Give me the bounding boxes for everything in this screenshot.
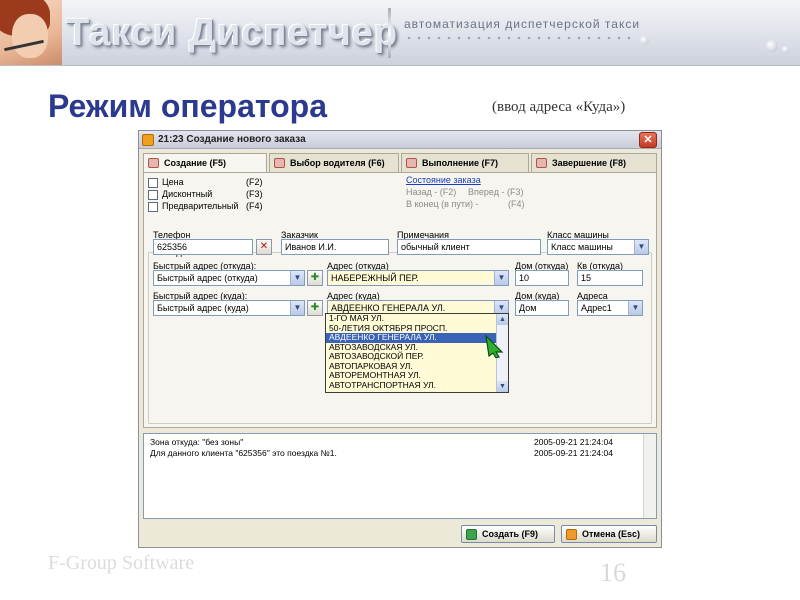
option-price[interactable]: Цена (F2) — [148, 177, 276, 189]
option-label: Цена — [162, 177, 184, 187]
street-dropdown-list[interactable]: 1-ГО МАЯ УЛ. 50-ЛЕТИЯ ОКТЯБРЯ ПРОСП. АВД… — [325, 313, 509, 393]
bubble-icon — [766, 40, 778, 52]
chevron-down-icon[interactable]: ▼ — [290, 301, 304, 315]
discount-checkbox[interactable] — [148, 190, 158, 200]
form-icon — [148, 158, 159, 168]
log-time: 2005-09-21 21:24:04 — [534, 437, 613, 447]
log-scrollbar[interactable] — [643, 434, 656, 518]
option-label: Дисконтный — [162, 189, 213, 199]
option-discount[interactable]: Дисконтный (F3) — [148, 189, 276, 201]
log-time: 2005-09-21 21:24:04 — [534, 448, 613, 458]
order-state-link[interactable]: Состояние заказа — [406, 175, 481, 185]
clear-phone-button[interactable]: ✕ — [256, 239, 272, 255]
addresses-value: Адрес1 — [581, 303, 612, 313]
form-icon — [406, 158, 417, 168]
addr-to-value: АВДЕЕНКО ГЕНЕРАЛА УЛ. — [331, 303, 446, 313]
create-label: Создать (F9) — [482, 529, 539, 539]
tab-completion[interactable]: Завершение (F8) — [531, 153, 657, 173]
option-hotkey: (F4) — [246, 201, 263, 211]
header-banner: Такси Диспетчер автоматизация диспетчерс… — [0, 0, 800, 66]
option-hotkey: (F3) — [246, 189, 263, 199]
price-checkbox[interactable] — [148, 178, 158, 188]
tab-label: Выбор водителя (F6) — [290, 158, 385, 168]
app-icon — [142, 134, 154, 146]
window-title: 21:23 Создание нового заказа — [158, 134, 306, 145]
bubble-icon — [640, 36, 649, 45]
nav-forward[interactable]: Вперед - (F3) — [468, 187, 523, 197]
tab-label: Создание (F5) — [164, 158, 227, 168]
plus-icon — [466, 529, 477, 540]
car-class-value: Класс машины — [551, 242, 613, 252]
cancel-label: Отмена (Esc) — [582, 529, 641, 539]
scroll-up-icon[interactable]: ▲ — [497, 314, 508, 325]
operator-avatar — [0, 0, 62, 65]
tab-execution[interactable]: Выполнение (F7) — [401, 153, 529, 173]
quick-from-value: Быстрый адрес (откуда) — [157, 273, 258, 283]
chevron-down-icon[interactable]: ▼ — [494, 271, 508, 285]
cancel-icon — [566, 529, 577, 540]
addresses-select[interactable]: Адрес1 ▼ — [577, 300, 643, 316]
bubble-icon — [782, 46, 789, 53]
product-tagline: автоматизация диспетчерской такси — [404, 17, 641, 31]
dotted-line — [404, 36, 634, 40]
phone-field[interactable]: 625356 — [153, 239, 253, 255]
event-log: Зона откуда: "без зоны" 2005-09-21 21:24… — [143, 433, 657, 519]
close-button[interactable]: ✕ — [639, 132, 657, 148]
log-entry: Для данного клиента "625356" это поездка… — [150, 448, 640, 459]
tab-label: Выполнение (F7) — [422, 158, 499, 168]
quick-from-select[interactable]: Быстрый адрес (откуда) ▼ — [153, 270, 305, 286]
tab-create[interactable]: Создание (F5) — [143, 153, 267, 174]
log-text: Для данного клиента "625356" это поездка… — [150, 448, 337, 458]
apt-from-field[interactable]: 15 — [577, 270, 643, 286]
option-preliminary[interactable]: Предварительный (F4) — [148, 201, 276, 213]
nav-finish-key: (F4) — [508, 199, 525, 209]
slide-number: 16 — [600, 558, 626, 587]
nav-finish[interactable]: В конец (в пути) - — [406, 199, 478, 209]
banner-divider — [388, 8, 391, 58]
page-subtitle: (ввод адреса «Куда») — [492, 99, 626, 115]
form-icon — [536, 158, 547, 168]
addr-from-select[interactable]: НАБЕРЕЖНЫЙ ПЕР. ▼ — [327, 270, 509, 286]
mouse-pointer-icon — [485, 334, 504, 358]
house-to-field[interactable]: Дом — [515, 300, 569, 316]
list-item[interactable]: АВТОТРАНСПОРТНАЯ УЛ. — [326, 380, 508, 391]
log-entry: Зона откуда: "без зоны" 2005-09-21 21:24… — [150, 437, 640, 448]
add-address-button[interactable]: ✚ — [307, 270, 323, 286]
chevron-down-icon[interactable]: ▼ — [628, 301, 642, 315]
notes-field[interactable]: обычный клиент — [397, 239, 541, 255]
option-label: Предварительный — [162, 201, 239, 211]
scroll-down-icon[interactable]: ▼ — [497, 381, 508, 392]
product-title: Такси Диспетчер — [66, 12, 399, 54]
preliminary-checkbox[interactable] — [148, 202, 158, 212]
nav-back[interactable]: Назад - (F2) — [406, 187, 456, 197]
customer-field[interactable]: Иванов И.И. — [281, 239, 389, 255]
chevron-down-icon[interactable]: ▼ — [290, 271, 304, 285]
chevron-down-icon[interactable]: ▼ — [634, 240, 648, 254]
page-title: Режим оператора — [48, 88, 327, 124]
tab-strip: Создание (F5) Выбор водителя (F6) Выполн… — [143, 153, 657, 174]
footer-brand: F-Group Software — [48, 552, 195, 574]
form-icon — [274, 158, 285, 168]
quick-to-select[interactable]: Быстрый адрес (куда) ▼ — [153, 300, 305, 316]
add-address-button[interactable]: ✚ — [307, 300, 323, 316]
option-hotkey: (F2) — [246, 177, 263, 187]
window-titlebar[interactable]: 21:23 Создание нового заказа ✕ — [139, 131, 661, 149]
addr-from-value: НАБЕРЕЖНЫЙ ПЕР. — [331, 273, 419, 283]
car-class-select[interactable]: Класс машины ▼ — [547, 239, 649, 255]
log-text: Зона откуда: "без зоны" — [150, 437, 244, 447]
quick-to-value: Быстрый адрес (куда) — [157, 303, 249, 313]
create-button[interactable]: Создать (F9) — [461, 525, 555, 543]
tab-driver[interactable]: Выбор водителя (F6) — [269, 153, 399, 173]
cancel-button[interactable]: Отмена (Esc) — [561, 525, 657, 543]
house-from-field[interactable]: 10 — [515, 270, 569, 286]
tab-label: Завершение (F8) — [552, 158, 627, 168]
